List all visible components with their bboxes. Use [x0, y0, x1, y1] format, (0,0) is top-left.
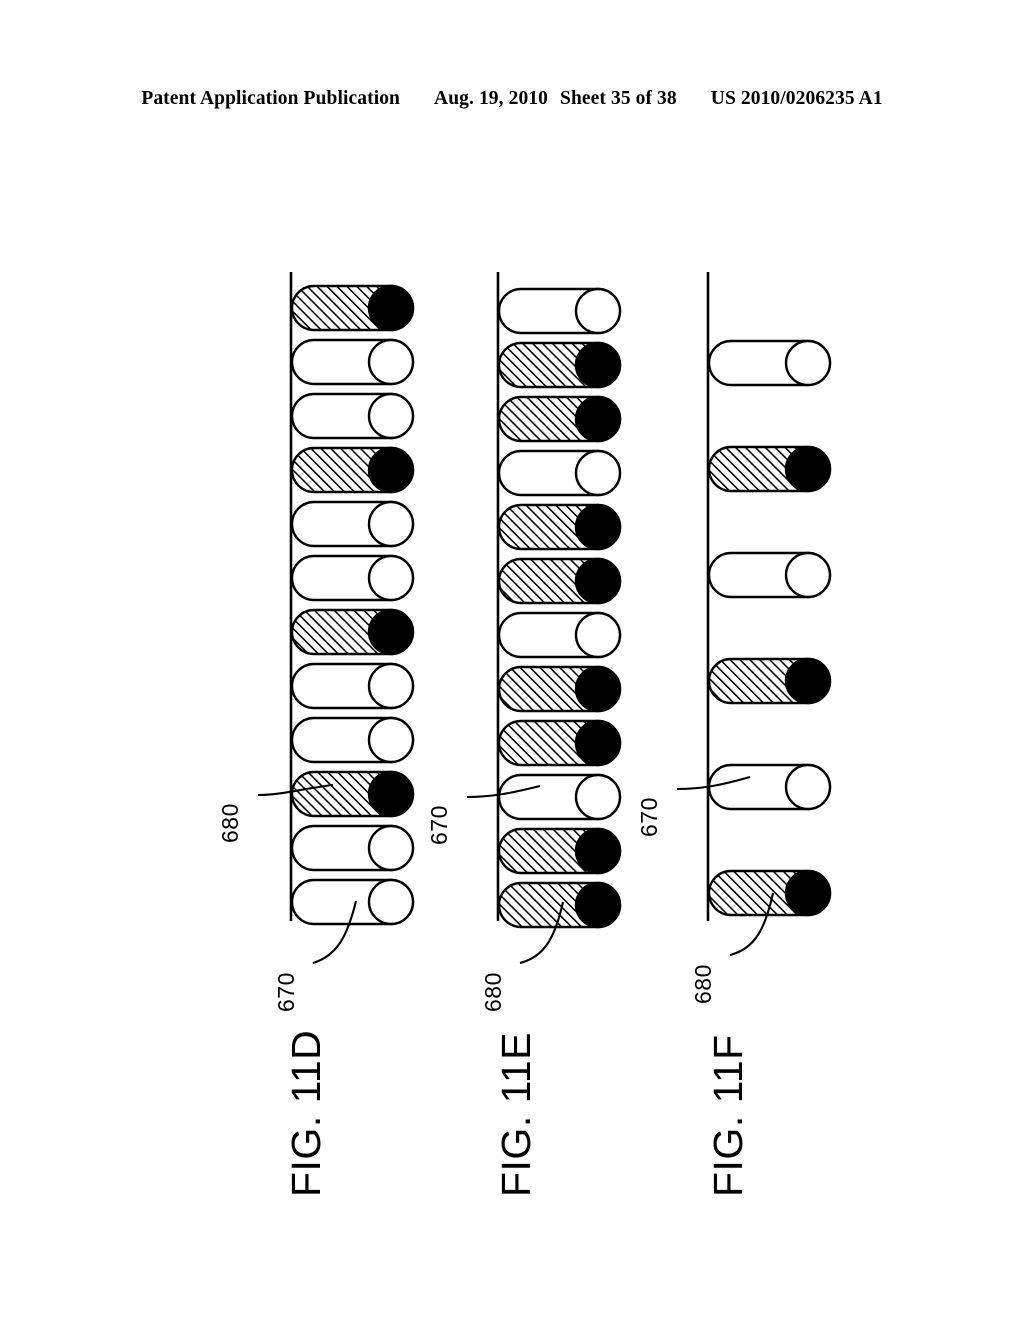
- cylinder-11d-8: [290, 662, 415, 710]
- cylinder-11d-1: [290, 284, 415, 332]
- cylinder-11d-2: [290, 338, 415, 386]
- cylinder-11f-5: [707, 763, 832, 811]
- figure-11d-group: [257, 272, 415, 965]
- ref-numeral-11d-680: 680: [217, 803, 243, 843]
- cylinder-11e-6: [497, 557, 622, 605]
- cylinder-11d-3: [290, 392, 415, 440]
- cylinder-11e-9: [497, 719, 622, 767]
- cylinder-11e-12: [497, 881, 622, 929]
- cylinder-11e-2: [497, 341, 622, 389]
- cylinder-11d-4: [290, 446, 415, 494]
- figure-11e-group: [466, 272, 622, 965]
- cylinder-11e-5: [497, 503, 622, 551]
- cylinder-11f-3: [707, 551, 832, 599]
- figure-caption-11e: FIG. 11E: [493, 1031, 539, 1197]
- cylinder-11d-5: [290, 500, 415, 548]
- ref-numeral-11f-670: 670: [636, 797, 662, 837]
- cylinder-11f-4: [707, 657, 832, 705]
- cylinder-11e-11: [497, 827, 622, 875]
- cylinder-11e-8: [497, 665, 622, 713]
- ref-numeral-11f-680: 680: [690, 964, 716, 1004]
- ref-numeral-11d-670: 670: [273, 972, 299, 1012]
- cylinder-11d-10: [290, 770, 415, 818]
- cylinder-11e-4: [497, 449, 622, 497]
- cylinder-11f-1: [707, 339, 832, 387]
- cylinder-11d-9: [290, 716, 415, 764]
- cylinder-11d-6: [290, 554, 415, 602]
- cylinder-11e-3: [497, 395, 622, 443]
- cylinder-11f-2: [707, 445, 832, 493]
- cylinder-11d-7: [290, 608, 415, 656]
- figure-caption-11f: FIG. 11F: [705, 1034, 751, 1197]
- figure-11f-group: [676, 272, 832, 957]
- cylinder-11e-10: [497, 773, 622, 821]
- cylinder-11e-7: [497, 611, 622, 659]
- cylinder-11d-11: [290, 824, 415, 872]
- ref-numeral-11e-680: 680: [480, 972, 506, 1012]
- figure-caption-11d: FIG. 11D: [283, 1029, 329, 1197]
- cylinder-11e-1: [497, 287, 622, 335]
- ref-numeral-11e-670: 670: [426, 805, 452, 845]
